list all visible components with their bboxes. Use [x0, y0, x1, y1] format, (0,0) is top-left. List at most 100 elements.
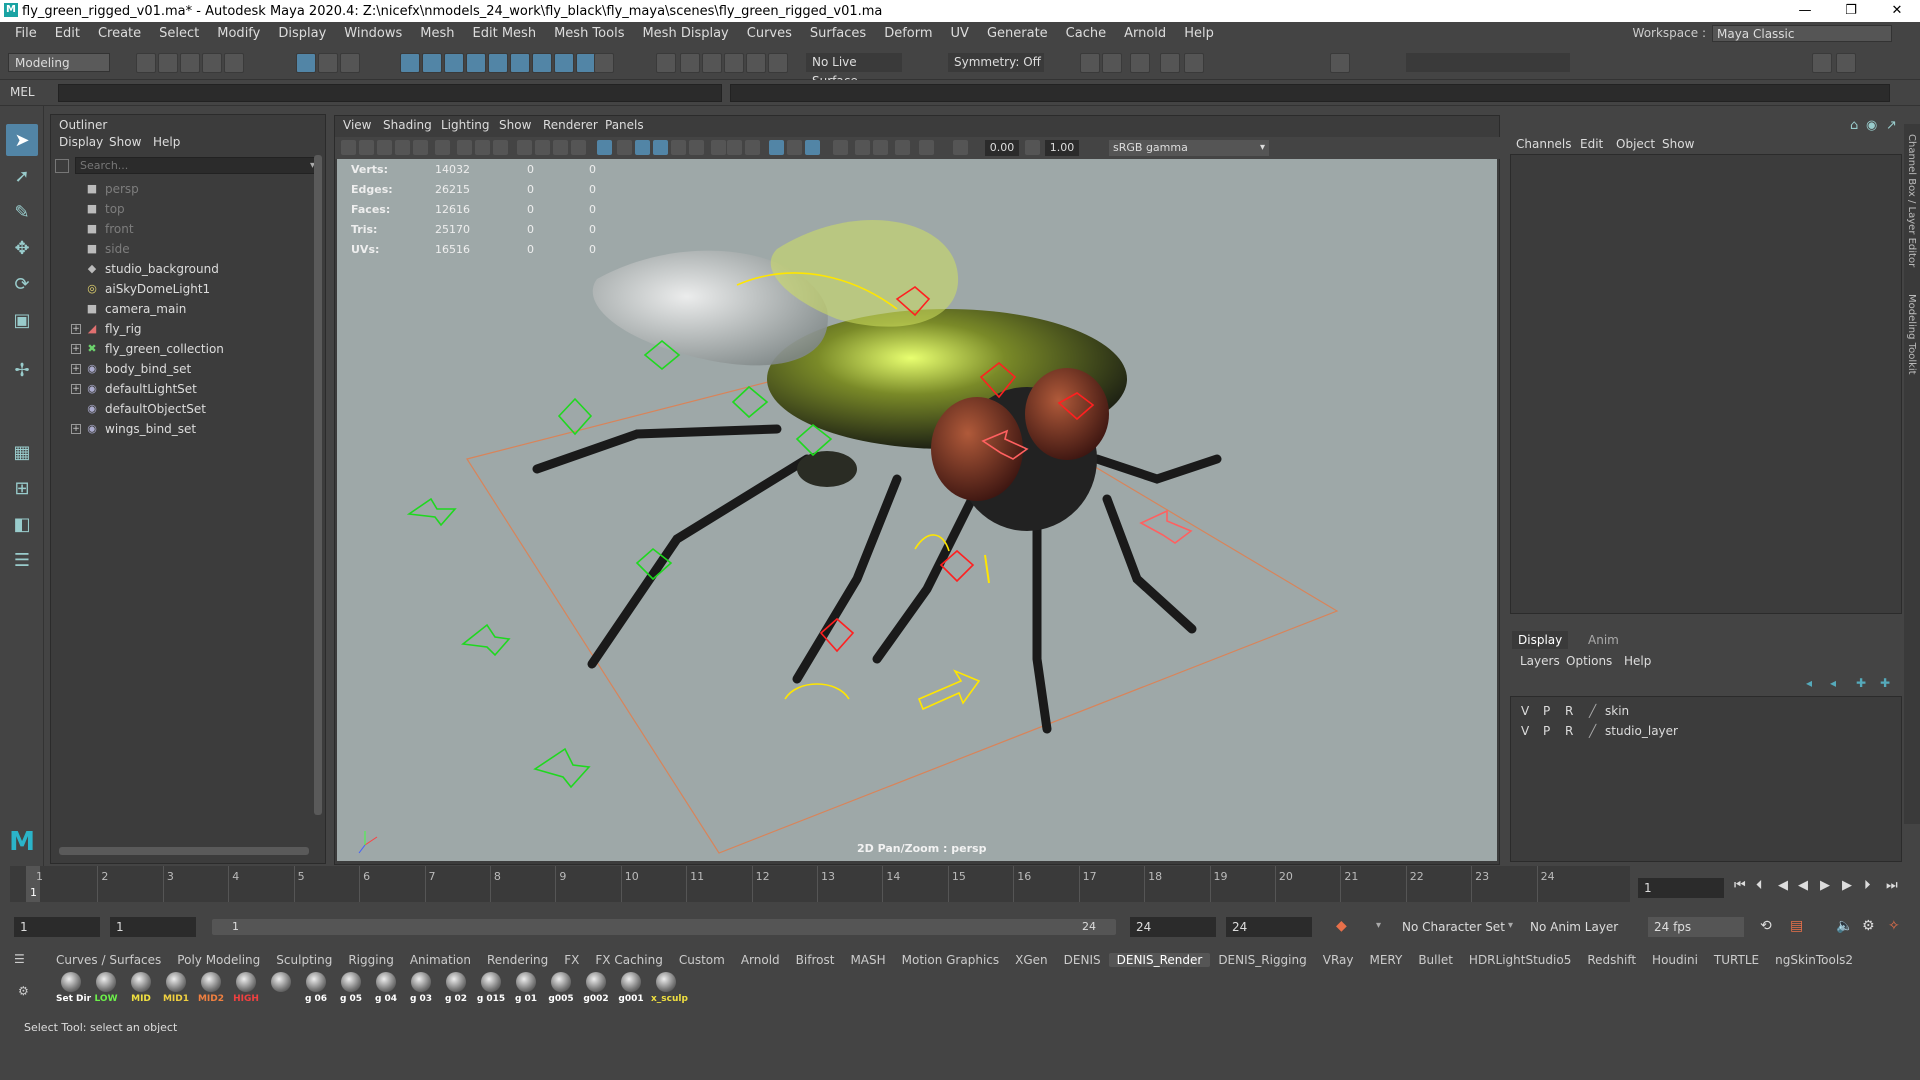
viewport-tool-19-icon[interactable] [711, 140, 726, 155]
menu-edit-mesh[interactable]: Edit Mesh [464, 26, 546, 41]
ipr-render-icon[interactable] [724, 53, 744, 73]
start-time-field[interactable]: 1 [14, 917, 100, 937]
modeling-toolkit-toggle-icon[interactable] [1836, 53, 1856, 73]
viewport-tool-31-icon[interactable] [1025, 140, 1040, 155]
menu-mesh[interactable]: Mesh [411, 26, 463, 41]
menu-set-dropdown[interactable]: Modeling [8, 53, 110, 72]
tab-display[interactable]: Display [1512, 631, 1569, 649]
outliner-menu-display[interactable]: Display [59, 135, 103, 149]
shelf-button-g-05[interactable]: g 05 [336, 972, 366, 1012]
shelf-tab-sculpting[interactable]: Sculpting [268, 953, 340, 967]
snap-projected-center-icon[interactable] [466, 53, 486, 73]
layer-color-icon[interactable]: ╱ [1589, 724, 1596, 738]
shelf-button-g001[interactable]: g001 [616, 972, 646, 1012]
outliner-item-studio-background[interactable]: ◆ studio_background [51, 259, 317, 279]
four-pane-layout-icon[interactable]: ⊞ [6, 472, 38, 504]
channel-box-toggle-icon[interactable] [1184, 53, 1204, 73]
quick-search-field[interactable] [1406, 53, 1570, 72]
viewport-tool-14-icon[interactable] [617, 140, 632, 155]
attribute-editor-toggle-icon[interactable] [1330, 53, 1350, 73]
outliner-search-input[interactable]: Search... [75, 157, 320, 174]
viewport-tool-23-icon[interactable] [787, 140, 802, 155]
outliner-vertical-scrollbar[interactable] [314, 155, 322, 815]
layer-row-skin[interactable]: V P R ╱ skin [1515, 701, 1895, 721]
redo-icon[interactable] [224, 53, 244, 73]
shelf-button-g005[interactable]: g005 [546, 972, 576, 1012]
select-tool-icon[interactable]: ➤ [6, 124, 38, 156]
step-forward-frame-icon[interactable]: ▶ [1842, 878, 1852, 893]
outliner-item-top[interactable]: ■ top [51, 199, 317, 219]
character-set-dropdown[interactable]: No Character Set [1402, 920, 1505, 934]
input-ops-icon[interactable] [576, 53, 596, 73]
shelf-tab-fx[interactable]: FX [556, 953, 587, 967]
menu-mesh-display[interactable]: Mesh Display [633, 26, 737, 41]
outliner-item-fly-rig[interactable]: + ◢ fly_rig [51, 319, 317, 339]
output-ops-icon[interactable] [594, 53, 614, 73]
shelf-tab-turtle[interactable]: TURTLE [1706, 953, 1767, 967]
paint-select-tool-icon[interactable]: ✎ [6, 196, 38, 228]
step-back-key-icon[interactable]: ⏴ [1756, 878, 1763, 893]
viewport-tool-20-icon[interactable] [727, 140, 742, 155]
symmetry-toggle-icon[interactable] [680, 53, 700, 73]
shelf-tab-animation[interactable]: Animation [402, 953, 479, 967]
shelf-button-g-06[interactable]: g 06 [301, 972, 331, 1012]
viewport-tool-9-icon[interactable] [517, 140, 532, 155]
menu-create[interactable]: Create [89, 26, 150, 41]
viewport-tool-26-icon[interactable] [855, 140, 870, 155]
viewport-tool-13-icon[interactable] [597, 140, 612, 155]
current-frame-field[interactable]: 1 [1638, 878, 1724, 898]
scale-tool-icon[interactable]: ▣ [6, 304, 38, 336]
channels-menu-edit[interactable]: Edit [1580, 137, 1603, 151]
select-by-object-icon[interactable] [318, 53, 338, 73]
shelf-tab-hdrlightstudio5[interactable]: HDRLightStudio5 [1461, 953, 1579, 967]
cache-playback-icon[interactable]: ▤ [1790, 918, 1803, 934]
viewport-tool-0-icon[interactable] [341, 140, 356, 155]
menu-arnold[interactable]: Arnold [1115, 26, 1175, 41]
snap-view-plane-icon[interactable] [488, 53, 508, 73]
viewport-tool-7-icon[interactable] [475, 140, 490, 155]
shelf-button-mid1[interactable]: MID1 [161, 972, 191, 1012]
sound-icon[interactable]: 🔈 [1836, 918, 1853, 934]
hypershade-icon[interactable] [768, 53, 788, 73]
tool-settings-toggle-icon[interactable]: ↗ [1886, 118, 1897, 133]
layer-color-icon[interactable]: ╱ [1589, 704, 1596, 718]
viewport-tool-12-icon[interactable] [571, 140, 586, 155]
menu-uv[interactable]: UV [942, 26, 978, 41]
close-icon[interactable]: ✕ [1874, 0, 1920, 22]
mel-label[interactable]: MEL [10, 85, 35, 99]
shelf-tab-rendering[interactable]: Rendering [479, 953, 556, 967]
menu-deform[interactable]: Deform [875, 26, 941, 41]
layer-move-down-icon[interactable]: ◂ [1830, 676, 1836, 690]
make-live-icon[interactable] [510, 53, 530, 73]
go-to-start-icon[interactable]: ⏮ [1734, 878, 1746, 893]
auto-key-icon[interactable]: ◆ [1336, 918, 1347, 934]
live-surface-field[interactable]: No Live Surface [806, 53, 902, 88]
render-settings-icon[interactable] [746, 53, 766, 73]
shelf-button-g-03[interactable]: g 03 [406, 972, 436, 1012]
expand-icon[interactable]: + [71, 384, 81, 394]
expand-icon[interactable]: + [71, 344, 81, 354]
shelf-tab-xgen[interactable]: XGen [1007, 953, 1056, 967]
viewport-tool-30-icon[interactable] [953, 140, 968, 155]
menu-display[interactable]: Display [269, 26, 335, 41]
menu-surfaces[interactable]: Surfaces [801, 26, 875, 41]
range-slider[interactable]: 1 24 [212, 919, 1116, 935]
symmetry-dropdown[interactable]: Symmetry: Off [948, 53, 1044, 72]
shelf-tab-arnold[interactable]: Arnold [733, 953, 788, 967]
shelf-tab-redshift[interactable]: Redshift [1579, 953, 1644, 967]
outliner-item-defaultlightset[interactable]: + ◉ defaultLightSet [51, 379, 317, 399]
menu-windows[interactable]: Windows [335, 26, 411, 41]
select-by-component-icon[interactable] [340, 53, 360, 73]
go-to-end-icon[interactable]: ⏭ [1886, 878, 1898, 893]
menu-mesh-tools[interactable]: Mesh Tools [545, 26, 633, 41]
snap-grid-icon[interactable] [400, 53, 420, 73]
create-layer-icon[interactable]: ✚ [1856, 676, 1866, 690]
channels-menu-show[interactable]: Show [1662, 137, 1694, 151]
tab-anim[interactable]: Anim [1582, 631, 1625, 649]
menu-select[interactable]: Select [150, 26, 208, 41]
outliner-item-front[interactable]: ■ front [51, 219, 317, 239]
layers-menu-options[interactable]: Options [1566, 654, 1612, 668]
side-tab-modeling-toolkit[interactable]: Modeling Toolkit [1906, 294, 1917, 375]
workspace-dropdown[interactable]: Maya Classic [1712, 24, 1892, 42]
layer-playback-toggle[interactable]: P [1543, 724, 1550, 738]
